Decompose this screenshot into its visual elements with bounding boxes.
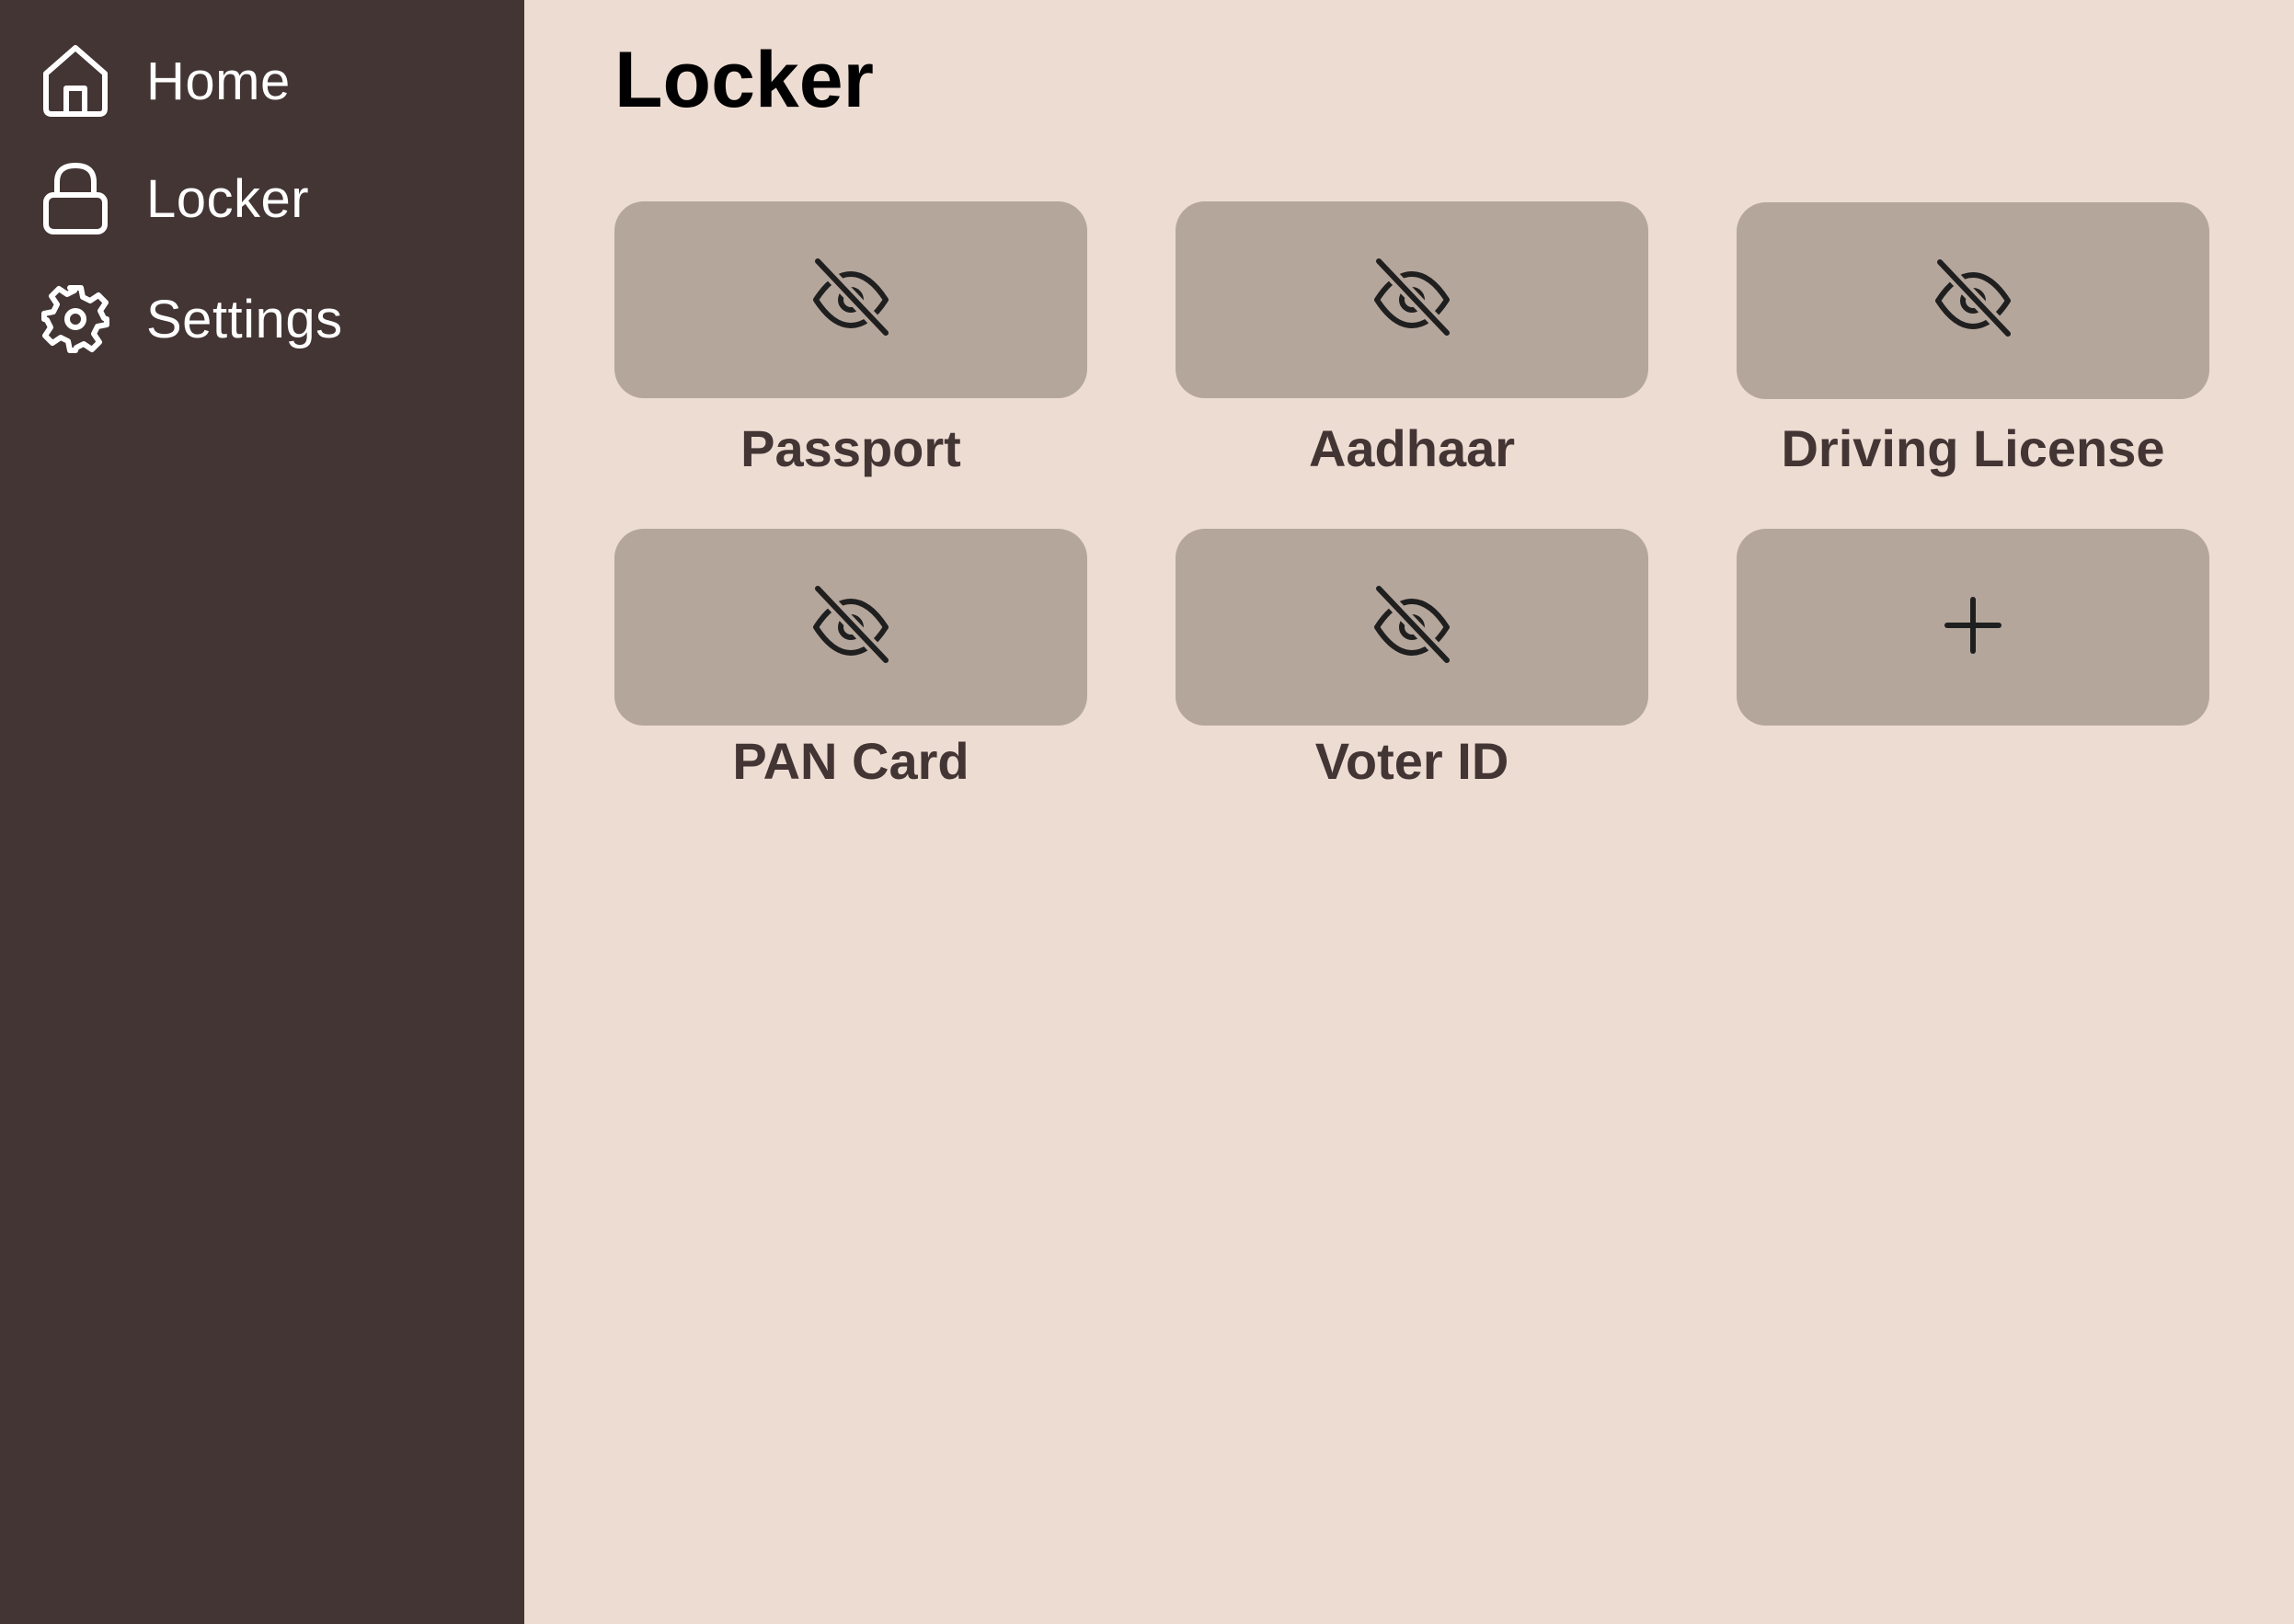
- sidebar-item-locker[interactable]: Locker: [40, 160, 309, 237]
- eye-off-icon: [807, 254, 895, 347]
- document-card-aadhaar[interactable]: [1176, 201, 1648, 398]
- lock-icon: [40, 160, 110, 237]
- document-label-aadhaar: Aadhaar: [1308, 419, 1516, 477]
- eye-off-icon: [807, 581, 895, 674]
- document-label-voter-id: Voter ID: [1314, 732, 1509, 790]
- document-label-driving-license: Driving License: [1781, 419, 2165, 477]
- home-icon: [40, 42, 110, 120]
- eye-off-icon: [1929, 255, 2017, 348]
- document-card-passport[interactable]: [614, 201, 1087, 398]
- sidebar: Home Locker Settings: [0, 0, 524, 1624]
- eye-off-icon: [1368, 254, 1456, 347]
- plus-icon: [1944, 596, 2002, 659]
- sidebar-item-label: Settings: [146, 289, 343, 349]
- document-card-voter-id[interactable]: [1176, 529, 1648, 726]
- sidebar-item-home[interactable]: Home: [40, 42, 291, 120]
- document-card-driving-license[interactable]: [1737, 202, 2209, 399]
- gear-icon: [40, 280, 110, 358]
- page-title: Locker: [614, 36, 875, 124]
- sidebar-item-settings[interactable]: Settings: [40, 280, 343, 358]
- sidebar-item-label: Locker: [146, 168, 310, 229]
- document-label-passport: Passport: [740, 419, 961, 477]
- add-document-button[interactable]: [1737, 529, 2209, 726]
- sidebar-item-label: Home: [146, 51, 291, 111]
- eye-off-icon: [1368, 581, 1456, 674]
- document-card-pan-card[interactable]: [614, 529, 1087, 726]
- document-label-pan-card: PAN Card: [732, 732, 969, 790]
- main-content: Locker Passport Aadhaar Driving License …: [524, 0, 2294, 1624]
